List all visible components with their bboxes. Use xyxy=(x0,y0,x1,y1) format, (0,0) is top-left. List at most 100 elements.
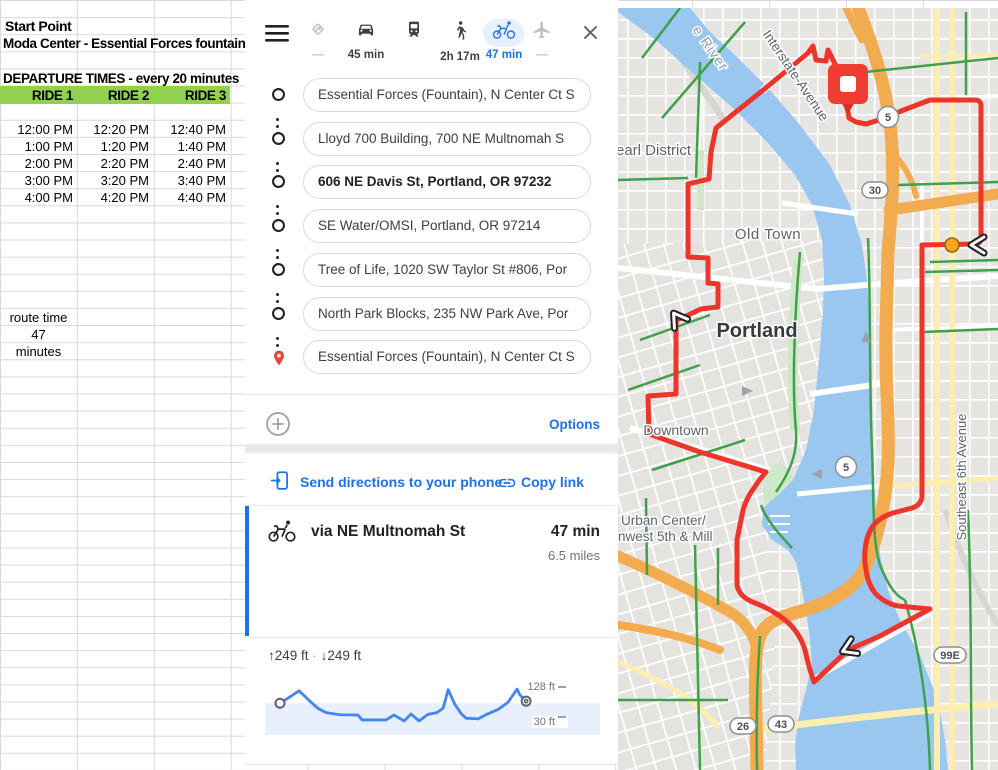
shield-i5-north: 5 xyxy=(878,107,899,128)
elevation-min-tick: 30 ft xyxy=(532,716,568,728)
transit-icon xyxy=(404,27,424,44)
options-button[interactable]: Options xyxy=(549,417,600,432)
cell-departure-time[interactable]: 12:00 PM xyxy=(0,121,73,138)
mode-label: — xyxy=(518,49,566,61)
waypoint-input[interactable]: Essential Forces (Fountain), N Center Ct… xyxy=(303,340,591,374)
cell-route-time-unit[interactable]: minutes xyxy=(0,343,77,360)
waypoint-circle-icon xyxy=(271,262,286,282)
waypoint-circle-icon xyxy=(271,306,286,326)
cell-departure-time[interactable]: 2:00 PM xyxy=(0,155,73,172)
route-distance: 6.5 miles xyxy=(548,548,600,563)
waypoint-row: Essential Forces (Fountain), N Center Ct… xyxy=(245,340,618,374)
elevation-up-arrow-icon: ↑ xyxy=(268,648,275,663)
waypoint-row: SE Water/OMSI, Portland, OR 97214 xyxy=(245,209,618,243)
cell-departure-time[interactable]: 4:20 PM xyxy=(77,189,149,206)
route-via: via NE Multnomah St xyxy=(311,523,465,541)
waypoint-row: Lloyd 700 Building, 700 NE Multnomah S xyxy=(245,122,618,156)
mode-tab-walk[interactable]: 2h 17m xyxy=(436,20,484,63)
svg-text:5: 5 xyxy=(885,112,891,124)
elevation-gain: 249 ft xyxy=(275,648,309,663)
urban-center-label-2: nwest 5th & Mill xyxy=(618,529,713,544)
pearl-district-label: earl District xyxy=(618,142,692,159)
cell-departure-time[interactable]: 3:20 PM xyxy=(77,172,149,189)
svg-text:99E: 99E xyxy=(940,650,960,662)
mode-label: 45 min xyxy=(342,49,390,61)
cell-departure-time[interactable]: 2:20 PM xyxy=(77,155,149,172)
copy-link-button[interactable]: Copy link xyxy=(521,474,584,490)
mode-tab-best-route[interactable]: — xyxy=(294,20,342,61)
directions-panel: —45 min2h 17m47 min— Essential Forces (F… xyxy=(245,0,618,765)
cell-departure-time[interactable]: 1:20 PM xyxy=(77,138,149,155)
cell-departure-time[interactable]: 4:00 PM xyxy=(0,189,73,206)
waypoint-input[interactable]: SE Water/OMSI, Portland, OR 97214 xyxy=(303,209,591,243)
cell-departure-time[interactable]: 4:40 PM xyxy=(154,189,226,206)
waypoint-circle-icon xyxy=(271,131,286,151)
best-route-icon xyxy=(308,27,328,44)
section-divider xyxy=(245,444,618,453)
cell-departure-time[interactable]: 12:20 PM xyxy=(77,121,149,138)
chart-start-marker xyxy=(275,699,284,708)
route-card[interactable]: via NE Multnomah St 47 min 6.5 miles xyxy=(245,506,618,636)
cell-departure-time[interactable]: 1:40 PM xyxy=(154,138,226,155)
se-6th-avenue-label: Southeast 6th Avenue xyxy=(954,414,969,541)
shield-i5-south: 5 xyxy=(836,457,857,478)
waypoint-input[interactable]: Essential Forces (Fountain), N Center Ct… xyxy=(303,78,591,112)
separator: · xyxy=(312,648,317,663)
elevation-summary: ↑249 ft · ↓249 ft xyxy=(268,648,361,663)
waypoint-input[interactable]: Lloyd 700 Building, 700 NE Multnomah S xyxy=(303,122,591,156)
portland-label: Portland xyxy=(716,320,797,342)
cell-route-time-label[interactable]: route time xyxy=(0,309,77,326)
elevation-loss: 249 ft xyxy=(327,648,361,663)
old-town-label: Old Town xyxy=(735,226,801,243)
svg-text:5: 5 xyxy=(843,462,849,474)
destination-pin-icon xyxy=(271,349,287,372)
waypoint-circle-icon xyxy=(271,87,286,107)
cell-ride-3[interactable]: RIDE 3 xyxy=(154,87,226,104)
cell-route-time-value[interactable]: 47 xyxy=(0,326,77,343)
elevation-max-tick: 128 ft xyxy=(525,681,568,693)
waypoint-row: Tree of Life, 1020 SW Taylor St #806, Po… xyxy=(245,253,618,287)
close-icon[interactable] xyxy=(581,23,600,47)
mode-tab-flight[interactable]: — xyxy=(518,20,566,61)
waypoint-row: 606 NE Davis St, Portland, OR 97232 xyxy=(245,165,618,199)
waypoint-input[interactable]: 606 NE Davis St, Portland, OR 97232 xyxy=(303,165,591,199)
mode-label: 2h 17m xyxy=(436,51,484,63)
flight-icon xyxy=(532,27,552,44)
bike-icon xyxy=(491,27,517,44)
mode-tab-transit[interactable] xyxy=(390,20,438,49)
cell-departure-time[interactable]: 3:00 PM xyxy=(0,172,73,189)
shield-99e: 99E xyxy=(934,647,966,663)
cell-start-point[interactable]: Start Point xyxy=(5,18,71,35)
cell-departure-time[interactable]: 3:40 PM xyxy=(154,172,226,189)
cell-departure-time[interactable]: 1:00 PM xyxy=(0,138,73,155)
bicycle-icon xyxy=(267,518,297,549)
waypoint-row: Essential Forces (Fountain), N Center Ct… xyxy=(245,78,618,112)
walk-icon xyxy=(452,29,468,46)
screenshot-root: { "spreadsheet": { "start_point_label": … xyxy=(0,0,998,770)
divider xyxy=(245,637,618,638)
downtown-label: Downtown xyxy=(643,422,708,438)
divider xyxy=(245,394,618,395)
waypoint-marker-dot[interactable] xyxy=(945,238,959,252)
cell-ride-1[interactable]: RIDE 1 xyxy=(0,87,73,104)
copy-link-icon xyxy=(497,473,517,498)
waypoint-circle-icon xyxy=(271,218,286,238)
urban-center-label-1: Urban Center/ xyxy=(621,513,706,528)
cell-departure-header[interactable]: DEPARTURE TIMES - every 20 minutes xyxy=(3,70,239,87)
cell-departure-time[interactable]: 12:40 PM xyxy=(154,121,226,138)
cell-location[interactable]: Moda Center - Essential Forces fountain xyxy=(3,35,245,52)
waypoint-input[interactable]: North Park Blocks, 235 NW Park Ave, Por xyxy=(303,297,591,331)
svg-text:43: 43 xyxy=(775,719,787,731)
waypoint-input[interactable]: Tree of Life, 1020 SW Taylor St #806, Po… xyxy=(303,253,591,287)
mode-tab-drive[interactable]: 45 min xyxy=(342,20,390,61)
shield-us30: 30 xyxy=(862,182,888,198)
map[interactable]: 5 30 5 99E 26 43 e River Interstate-Aven… xyxy=(618,8,998,770)
cell-departure-time[interactable]: 2:40 PM xyxy=(154,155,226,172)
send-to-phone-icon xyxy=(270,470,291,496)
menu-icon[interactable] xyxy=(265,24,289,49)
cell-ride-2[interactable]: RIDE 2 xyxy=(77,87,149,104)
route-duration: 47 min xyxy=(551,523,600,541)
drive-icon xyxy=(355,27,377,44)
send-to-phone-button[interactable]: Send directions to your phone xyxy=(300,474,502,490)
add-destination-icon[interactable] xyxy=(265,411,291,442)
